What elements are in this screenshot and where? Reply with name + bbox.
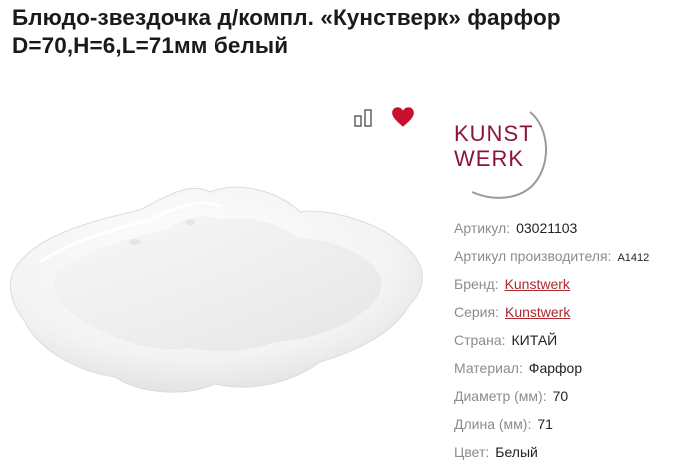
spec-label: Материал:: [454, 360, 523, 376]
spec-value: 70: [552, 388, 569, 404]
spec-series: Серия: Kunstwerk: [454, 302, 649, 330]
heart-icon[interactable]: [390, 104, 416, 130]
spec-label: Артикул:: [454, 220, 511, 236]
spec-value: Фарфор: [528, 360, 583, 376]
series-link[interactable]: Kunstwerk: [505, 304, 570, 320]
dish-bump: [129, 239, 141, 245]
spec-country: Страна: КИТАЙ: [454, 330, 649, 358]
dish-bump: [185, 219, 195, 225]
spec-brand: Бренд: Kunstwerk: [454, 274, 649, 302]
brand-link[interactable]: Kunstwerk: [505, 276, 570, 292]
product-title: Блюдо-звездочка д/компл. «Кунстверк» фар…: [12, 4, 682, 60]
brand-logo-line2: WERK: [454, 146, 524, 171]
product-specs: Артикул: 03021103 Артикул производителя: A…: [454, 218, 649, 470]
spec-diameter: Диаметр (мм): 70: [454, 386, 649, 414]
spec-value: 71: [537, 416, 553, 432]
spec-label: Страна:: [454, 332, 506, 348]
spec-material: Материал: Фарфор: [454, 358, 649, 386]
compare-icon[interactable]: [353, 108, 375, 128]
spec-label: Серия:: [454, 304, 499, 320]
product-title-line1: Блюдо-звездочка д/компл. «Кунстверк» фар…: [12, 5, 561, 30]
brand-logo-line1: KUNST: [454, 121, 534, 146]
spec-label: Цвет:: [454, 444, 490, 460]
spec-label: Длина (мм):: [454, 416, 532, 432]
spec-article: Артикул: 03021103: [454, 218, 649, 246]
spec-value: Белый: [495, 444, 538, 460]
product-image: [9, 186, 423, 393]
spec-label: Диаметр (мм):: [454, 388, 547, 404]
spec-manufacturer-article: Артикул производителя: A1412: [454, 246, 649, 274]
spec-value: A1412: [617, 252, 650, 264]
spec-label: Бренд:: [454, 276, 499, 292]
brand-logo: KUNST WERK: [454, 111, 547, 199]
spec-label: Артикул производителя:: [454, 248, 612, 264]
spec-length: Длина (мм): 71: [454, 414, 649, 442]
spec-value: КИТАЙ: [511, 332, 558, 348]
product-title-line2: D=70,H=6,L=71мм белый: [12, 33, 289, 58]
spec-value: 03021103: [516, 220, 578, 236]
